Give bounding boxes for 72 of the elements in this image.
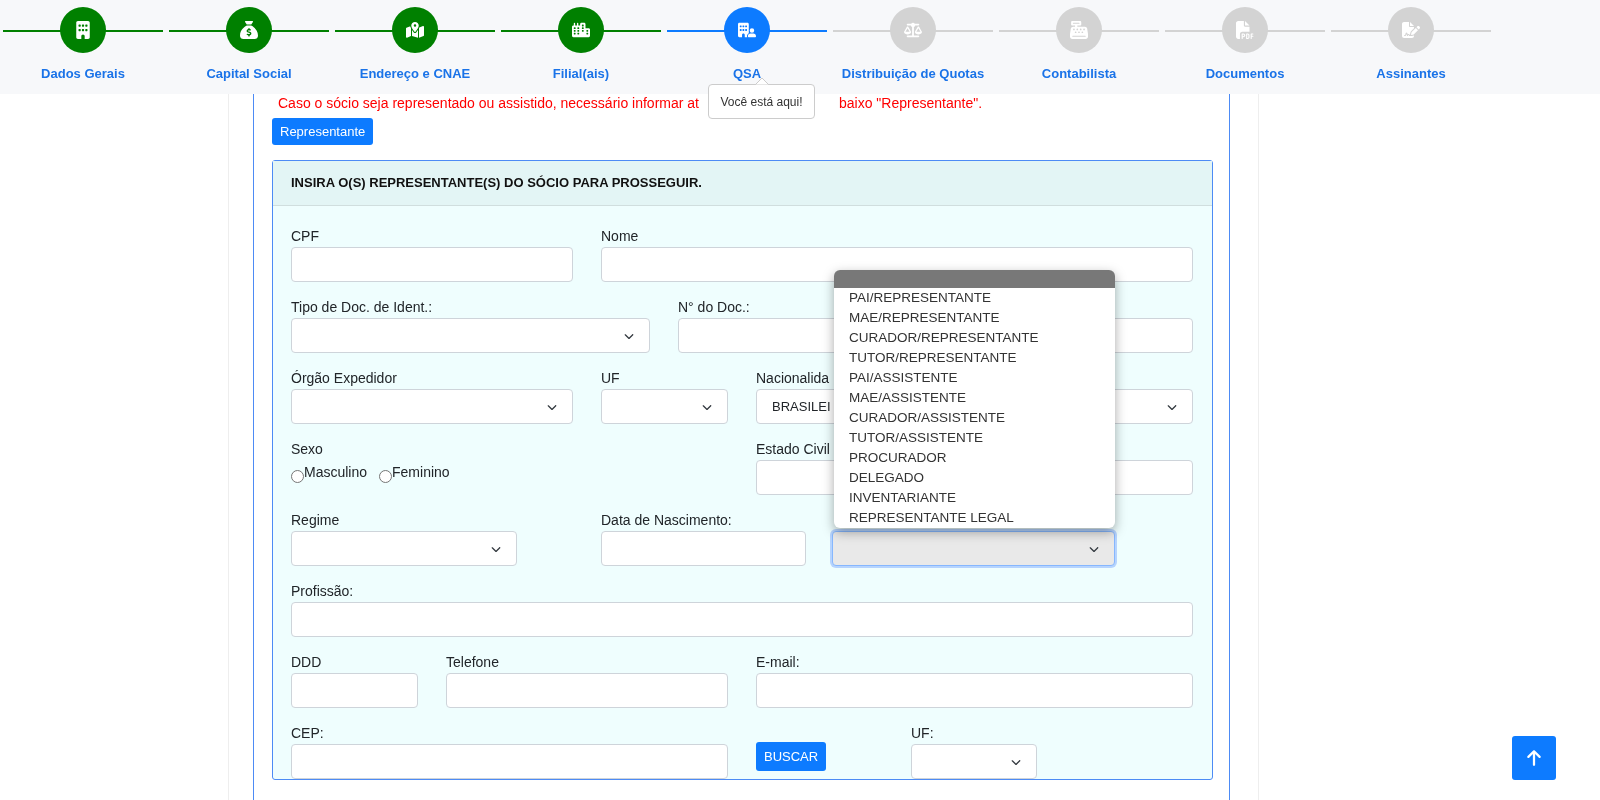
search-button[interactable]: BUSCAR [756,742,827,772]
step-label[interactable]: Distribuição de Quotas [841,64,985,84]
step-label[interactable]: Endereço e CNAE [359,64,471,84]
field-label: Órgão Expedidor [291,369,397,388]
step-label[interactable]: Documentos [1205,64,1285,84]
field-label: Nome [601,227,639,246]
field-label: Telefone [446,653,499,672]
dropdown-option[interactable]: INVENTARIANTE [834,488,1115,508]
field-label: CEP: [291,724,324,743]
field-label: UF [601,369,620,388]
city-icon [572,21,590,39]
notice-text: Caso o sócio seja representado ou assistido, necessário informar at [278,94,699,113]
step-label[interactable]: Dados Gerais [41,64,125,84]
building-icon [74,21,92,39]
dropdown-option[interactable]: MAE/ASSISTENTE [834,388,1115,408]
input-field[interactable] [446,673,728,708]
input-field[interactable] [291,673,418,708]
select-field[interactable] [601,389,728,424]
field-label: CPF [291,227,319,246]
document-icon [1236,21,1254,39]
field-label: Tipo de Doc. de Ident.: [291,298,433,317]
cash-register-icon [1070,21,1088,39]
dropdown-option[interactable]: CURADOR/REPRESENTANTE [834,328,1115,348]
field-label: DDD [291,653,322,672]
signature-icon [1402,21,1420,39]
dropdown-option[interactable]: REPRESENTANTE LEGAL [834,508,1115,528]
notice-text: baixo "Representante". [839,94,983,113]
select-field[interactable] [291,318,650,353]
scroll-top-button[interactable] [1512,736,1556,780]
tooltip-text: Você está aqui! [720,93,803,111]
select-field[interactable] [832,531,1115,566]
dropdown-option[interactable]: PAI/REPRESENTANTE [834,288,1115,308]
dropdown-option[interactable]: TUTOR/REPRESENTANTE [834,348,1115,368]
radio-button[interactable] [379,470,393,483]
step-label[interactable]: QSA [732,64,762,84]
field-label: Estado Civil [756,440,830,459]
dropdown-option[interactable]: PAI/ASSISTENTE [834,368,1115,388]
input-field[interactable] [601,531,806,566]
input-field[interactable] [291,744,728,779]
field-label: Regime [291,511,340,530]
field-label: Data de Nascimento: [601,511,732,530]
dropdown-option[interactable]: CURADOR/ASSISTENTE [834,408,1115,428]
panel-title: INSIRA O(S) REPRESENTANTE(S) DO SÓCIO PARA PROSSEGUIR. [291,174,702,193]
field-label: E-mail: [756,653,800,672]
representante-button[interactable]: Representante [272,118,374,145]
select-field[interactable] [291,531,517,566]
building-user-icon [738,21,756,39]
dropdown-option[interactable]: PROCURADOR [834,448,1115,468]
field-label: UF: [911,724,934,743]
input-field[interactable] [291,602,1193,637]
select-field[interactable] [291,389,573,424]
dropdown-option[interactable]: TUTOR/ASSISTENTE [834,428,1115,448]
step-label[interactable]: Assinantes [1376,64,1446,84]
input-field[interactable] [291,247,573,282]
select-field[interactable] [911,744,1037,779]
map-icon [406,21,424,39]
radio-option[interactable]: Feminino [379,462,450,483]
dropdown-option[interactable]: MAE/REPRESENTANTE [834,308,1115,328]
step-label[interactable]: Filial(ais) [552,64,610,84]
dropdown-option[interactable]: DELEGADO [834,468,1115,488]
money-bag-icon [240,21,258,39]
field-label: Sexo [291,440,323,459]
input-field[interactable] [756,673,1193,708]
scale-icon [904,21,922,39]
step-label[interactable]: Capital Social [206,64,292,84]
radio-button[interactable] [291,470,304,483]
step-label[interactable]: Contabilista [1041,64,1117,84]
field-label: Nacionalida [756,369,830,388]
arrow-up-icon [1525,749,1543,767]
radio-option[interactable]: Masculino [291,462,368,483]
field-label: Profissão: [291,582,354,601]
field-label: N° do Doc.: [678,298,750,317]
